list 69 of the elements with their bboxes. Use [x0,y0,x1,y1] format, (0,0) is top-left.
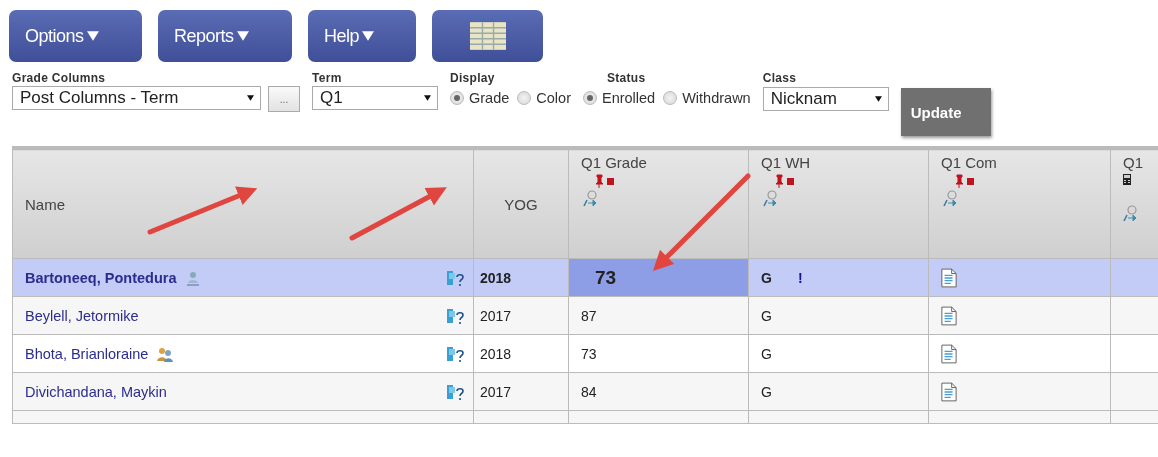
caret-icon [874,96,882,102]
field-label: Grade Columns [12,71,107,85]
table-cell: 2017 [473,372,569,411]
comment-icon[interactable] [941,343,957,364]
pin-icon [953,174,977,188]
student-row[interactable]: Beylell, Jetormike 2017 87 G [12,296,1158,335]
update-button[interactable]: Update [900,88,991,136]
table-cell: G [761,269,772,286]
menu-button[interactable]: Options [9,10,142,62]
column-header[interactable]: YOG [473,149,569,259]
menu-button[interactable]: Reports [158,10,292,62]
student-name-link[interactable]: Divichandana, Maykin [25,383,167,400]
caret-icon [236,31,249,41]
table-cell: G [761,345,772,362]
caret-icon [424,95,431,101]
table-cell: 2018 [473,334,569,373]
column-header[interactable]: Q1 WH [748,149,929,259]
student-row[interactable]: Divichandana, Maykin 2017 84 G [12,372,1158,411]
caret-icon [247,95,254,101]
radio-option[interactable]: Grade [450,90,510,106]
comment-icon[interactable] [941,305,957,326]
field-label: Display [450,71,496,85]
calculator-icon [1123,174,1131,185]
grid-view-button[interactable] [432,10,543,62]
class-select[interactable]: Nicknam [762,87,889,111]
grade-cell[interactable]: 84 [568,372,749,411]
radio-button[interactable] [517,91,532,105]
grade-cell[interactable]: 87 [568,296,749,335]
grade-columns-select[interactable]: Post Columns - Term [12,86,261,110]
pin-icon [773,174,797,188]
student-name-link[interactable]: Beylell, Jetormike [25,307,139,324]
grid-icon [469,22,506,50]
radio-option[interactable]: Enrolled [582,90,656,106]
student-name-link[interactable]: Bartoneeq, Pontedura [25,269,177,286]
caret-icon [86,31,99,41]
table-cell: G [761,307,772,324]
field-label: Status [605,71,647,85]
grade-cell[interactable]: 73 [568,334,749,373]
pin-icon [593,174,617,188]
column-header[interactable]: Name [12,149,474,259]
people-icon [156,345,175,362]
radio-button[interactable] [450,91,464,105]
radio-button[interactable] [663,91,678,105]
column-header[interactable]: Q1 Grade [568,149,749,259]
column-title: Q1 Com [941,154,997,171]
warning-mark: ! [797,269,803,286]
more-button[interactable]: ... [268,86,300,112]
radio-option[interactable]: Withdrawn [663,90,751,106]
column-title: Q1 Grade [581,154,647,171]
radio-option[interactable]: Color [517,90,571,106]
comment-icon[interactable] [941,267,957,288]
field-label: Class [762,71,798,85]
column-title: Q1 WH [761,154,811,171]
table-cell: 2018 [473,258,569,297]
student-row[interactable]: Bartoneeq, Pontedura 2018 73 G ! [12,258,1158,297]
student-row[interactable]: Bhota, Brianloraine 2018 73 G [12,334,1158,373]
grade-cell[interactable]: 73 [568,258,749,297]
student-name-link[interactable]: Bhota, Brianloraine [25,345,149,362]
column-title: Q1 [1123,154,1143,171]
radio-button[interactable] [582,91,597,105]
field-label: Term [312,71,343,85]
column-header[interactable]: Q1 Com [928,149,1111,259]
term-select[interactable]: Q1 [312,86,438,110]
column-header[interactable]: Q1 [1110,149,1158,259]
table-cell: 2017 [473,296,569,335]
caret-icon [362,31,375,41]
menu-button[interactable]: Help [308,10,416,62]
table-cell: G [761,383,772,400]
comment-icon[interactable] [941,381,957,402]
